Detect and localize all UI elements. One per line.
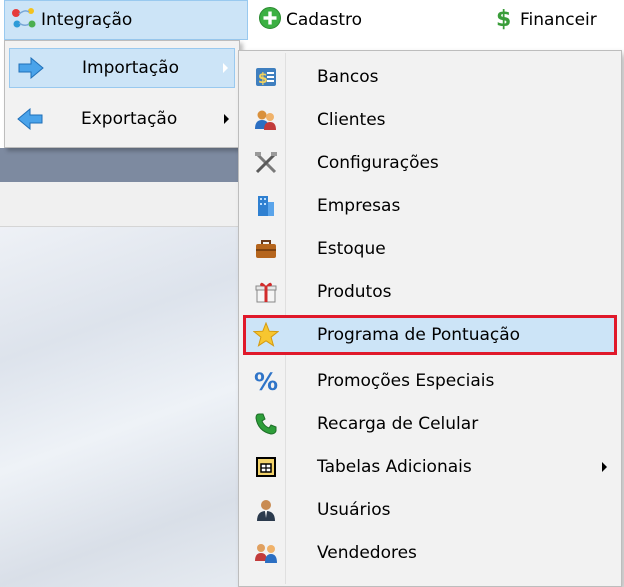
svg-text:%: % xyxy=(254,369,278,393)
toolbar-band xyxy=(0,182,240,227)
menu-financeiro-label: Financeir xyxy=(520,10,597,30)
menu-item-label: Configurações xyxy=(317,153,439,173)
menu-cadastro-label: Cadastro xyxy=(286,10,363,30)
menu-item-label: Empresas xyxy=(317,196,401,216)
clients-icon xyxy=(253,107,279,133)
menu-item-exportacao[interactable]: Exportação xyxy=(9,99,235,139)
menu-item-empresas[interactable]: Empresas xyxy=(243,186,617,226)
menu-item-configuracoes[interactable]: Configurações xyxy=(243,143,617,183)
window-titlebar-band xyxy=(0,148,240,182)
building-icon xyxy=(253,193,279,219)
integration-icon xyxy=(11,7,37,34)
menu-item-promocoes-especiais[interactable]: % Promoções Especiais xyxy=(243,361,617,401)
menu-integracao-label: Integração xyxy=(41,10,133,30)
bank-icon: $ xyxy=(253,64,279,90)
briefcase-icon xyxy=(253,236,279,262)
menu-item-label: Estoque xyxy=(317,239,386,259)
svg-text:$: $ xyxy=(496,7,511,30)
menu-item-usuarios[interactable]: Usuários xyxy=(243,490,617,530)
menu-item-label: Vendedores xyxy=(317,543,417,563)
arrow-left-icon xyxy=(17,106,43,132)
submenu-arrow-icon xyxy=(223,63,228,73)
workspace-background xyxy=(0,227,240,587)
menubar: Integração Cadastro $ Financeir xyxy=(0,0,624,40)
menu-financeiro[interactable]: $ Financeir xyxy=(492,0,597,40)
phone-icon xyxy=(253,411,279,437)
menu-item-importacao[interactable]: Importação xyxy=(9,48,235,88)
user-icon xyxy=(253,497,279,523)
integracao-dropdown: Importação Exportação xyxy=(4,40,240,148)
menu-item-label: Recarga de Celular xyxy=(317,414,479,434)
gift-icon xyxy=(253,279,279,305)
submenu-arrow-icon xyxy=(224,114,229,124)
importacao-submenu: $ Bancos Clientes Configurações Empresas… xyxy=(238,50,622,587)
menu-item-produtos[interactable]: Produtos xyxy=(243,272,617,312)
sellers-icon xyxy=(253,540,279,566)
menu-item-label: Importação xyxy=(82,58,180,78)
dollar-icon: $ xyxy=(494,6,516,35)
menu-item-label: Bancos xyxy=(317,67,379,87)
tools-icon xyxy=(253,150,279,176)
menu-item-label: Programa de Pontuação xyxy=(317,325,521,345)
menu-item-label: Produtos xyxy=(317,282,392,302)
table-icon xyxy=(253,454,279,480)
menu-item-recarga-de-celular[interactable]: Recarga de Celular xyxy=(243,404,617,444)
menu-item-label: Promoções Especiais xyxy=(317,371,495,391)
menu-item-label: Exportação xyxy=(81,109,178,129)
menu-cadastro[interactable]: Cadastro xyxy=(256,0,362,40)
menu-item-tabelas-adicionais[interactable]: Tabelas Adicionais xyxy=(243,447,617,487)
arrow-right-icon xyxy=(18,55,44,81)
menu-item-label: Usuários xyxy=(317,500,391,520)
menu-item-vendedores[interactable]: Vendedores xyxy=(243,533,617,573)
svg-text:$: $ xyxy=(258,71,268,87)
star-icon xyxy=(253,322,279,348)
percent-icon: % xyxy=(253,368,279,394)
menu-integracao[interactable]: Integração xyxy=(4,0,248,40)
menu-item-clientes[interactable]: Clientes xyxy=(243,100,617,140)
menu-item-label: Tabelas Adicionais xyxy=(317,457,472,477)
menu-item-label: Clientes xyxy=(317,110,386,130)
menu-item-programa-de-pontuacao[interactable]: Programa de Pontuação xyxy=(243,315,617,355)
menu-item-estoque[interactable]: Estoque xyxy=(243,229,617,269)
add-circle-icon xyxy=(258,6,282,35)
menu-item-bancos[interactable]: $ Bancos xyxy=(243,57,617,97)
submenu-arrow-icon xyxy=(602,462,607,472)
